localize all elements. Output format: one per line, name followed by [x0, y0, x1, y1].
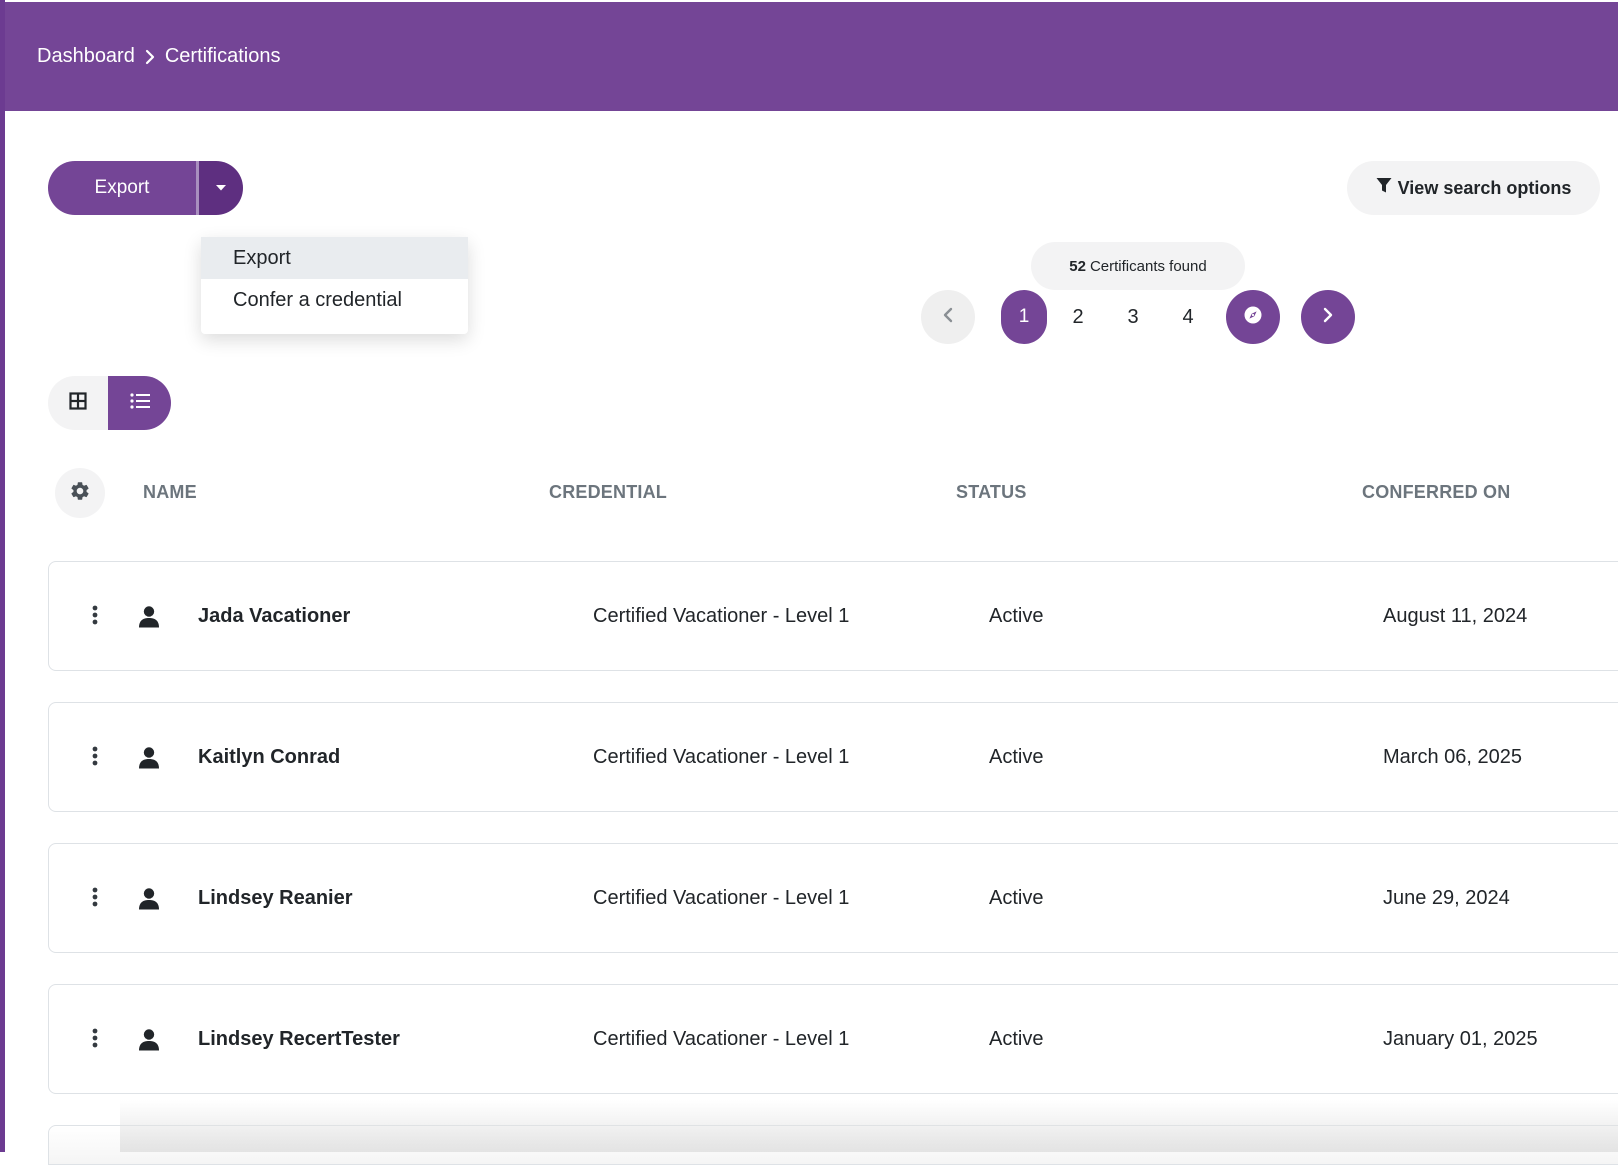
results-count-badge: 52 Certificants found	[1031, 242, 1245, 290]
pagination-jump-button[interactable]	[1226, 290, 1280, 344]
export-split-button: Export	[48, 161, 243, 215]
row-conferred-on: March 06, 2025	[1383, 745, 1522, 768]
view-mode-toggle	[48, 376, 171, 430]
pagination-next-button[interactable]	[1301, 290, 1355, 344]
pagination-page-4[interactable]: 4	[1165, 290, 1211, 344]
row-credential: Certified Vacationer - Level 1	[593, 604, 850, 627]
list-view-button[interactable]	[108, 376, 171, 430]
kebab-icon	[92, 1028, 98, 1053]
table-row[interactable]: Lindsey RecertTester Certified Vacatione…	[48, 984, 1618, 1094]
chevron-right-icon	[135, 49, 165, 65]
row-status: Active	[989, 886, 1044, 909]
menu-item-confer-credential[interactable]: Confer a credential	[201, 279, 468, 321]
row-status: Active	[989, 604, 1044, 627]
person-icon	[137, 605, 161, 629]
pagination-prev-button[interactable]	[921, 290, 975, 344]
filter-icon	[1376, 177, 1392, 199]
results-count: 52	[1069, 257, 1086, 275]
table-row[interactable]: Kaitlyn Conrad Certified Vacationer - Le…	[48, 702, 1618, 812]
grid-view-button[interactable]	[48, 376, 108, 430]
row-conferred-on: August 11, 2024	[1383, 604, 1528, 627]
row-credential: Certified Vacationer - Level 1	[593, 745, 850, 768]
export-button[interactable]: Export	[48, 161, 196, 215]
row-credential: Certified Vacationer - Level 1	[593, 1027, 850, 1050]
column-header-credential[interactable]: CREDENTIAL	[549, 482, 667, 503]
person-icon	[137, 887, 161, 911]
gear-icon	[69, 480, 91, 507]
search-options-label: View search options	[1397, 177, 1572, 198]
person-icon	[137, 1028, 161, 1052]
breadcrumb-dashboard-link[interactable]: Dashboard	[37, 45, 135, 68]
column-header-status[interactable]: STATUS	[956, 482, 1027, 503]
export-dropdown-toggle[interactable]	[199, 161, 243, 215]
column-settings-button[interactable]	[55, 468, 105, 518]
results-count-suffix: Certificants found	[1089, 257, 1207, 275]
table-row[interactable]: Jada Vacationer Certified Vacationer - L…	[48, 561, 1618, 671]
row-name[interactable]: Jada Vacationer	[198, 562, 350, 670]
export-dropdown-menu: Export Confer a credential	[201, 237, 468, 334]
row-status: Active	[989, 745, 1044, 768]
row-actions-button[interactable]	[85, 740, 105, 776]
table-row[interactable]: Lindsey Reanier Certified Vacationer - L…	[48, 843, 1618, 953]
pagination-page-current[interactable]: 1	[1001, 290, 1047, 344]
row-conferred-on: June 29, 2024	[1383, 886, 1510, 909]
kebab-icon	[92, 605, 98, 630]
list-icon	[129, 392, 150, 414]
breadcrumb-current: Certifications	[164, 45, 281, 67]
row-actions-button[interactable]	[85, 599, 105, 635]
row-name[interactable]: Lindsey Reanier	[198, 844, 353, 952]
left-accent-edge	[0, 0, 5, 1152]
pagination-page-3[interactable]: 3	[1110, 290, 1156, 344]
menu-item-export[interactable]: Export	[201, 237, 468, 279]
top-header-bar: Dashboard Certifications	[5, 2, 1618, 111]
view-search-options-button[interactable]: View search options	[1347, 161, 1600, 215]
row-credential: Certified Vacationer - Level 1	[593, 886, 850, 909]
row-status: Active	[989, 1027, 1044, 1050]
chevron-left-icon	[943, 307, 953, 328]
row-actions-button[interactable]	[85, 1022, 105, 1058]
grid-icon	[69, 391, 87, 415]
breadcrumb: Dashboard Certifications	[37, 45, 280, 68]
row-name[interactable]: Kaitlyn Conrad	[198, 703, 340, 811]
person-icon	[137, 746, 161, 770]
row-actions-button[interactable]	[85, 881, 105, 917]
scroll-shadow	[120, 1100, 1618, 1152]
row-name[interactable]: Lindsey RecertTester	[198, 985, 400, 1093]
chevron-right-icon	[1323, 307, 1333, 328]
column-header-conferred-on[interactable]: CONFERRED ON	[1362, 482, 1510, 503]
column-header-name[interactable]: NAME	[143, 482, 197, 503]
caret-down-icon	[215, 179, 227, 197]
row-conferred-on: January 01, 2025	[1383, 1027, 1538, 1050]
kebab-icon	[92, 746, 98, 771]
compass-icon	[1243, 305, 1263, 330]
pagination-page-2[interactable]: 2	[1055, 290, 1101, 344]
kebab-icon	[92, 887, 98, 912]
